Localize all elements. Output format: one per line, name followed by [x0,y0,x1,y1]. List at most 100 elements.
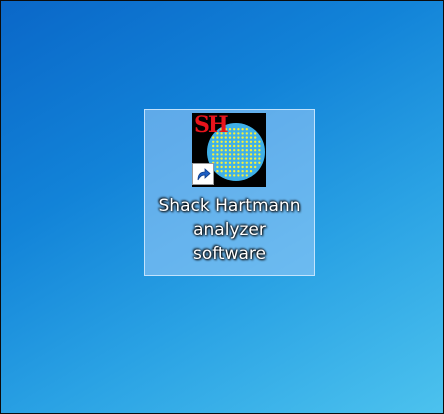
icon-label: Shack Hartmann analyzer software [145,194,314,266]
icon-label-line-2: analyzer [193,220,266,240]
lenslet-spot [224,153,227,156]
lenslet-spot [241,153,244,156]
icon-label-line-1: Shack Hartmann [158,196,301,216]
lenslet-spot [233,144,236,148]
lenslet-spot [237,136,240,139]
sh-badge: SH [194,113,229,138]
lenslet-spot [254,165,257,169]
lenslet-spot [233,128,236,131]
lenslet-spot [216,165,219,169]
lenslet-spot [237,140,240,143]
lenslet-spot [212,149,215,152]
lenslet-spot [228,144,232,148]
lenslet-spot [216,140,219,143]
lenslet-spot [237,128,240,131]
lenslet-spot [241,170,244,173]
lenslet-spot [220,165,223,169]
lenslet-spot [241,128,244,131]
lenslet-spot [224,144,227,148]
lenslet-spot [224,140,227,143]
lenslet-spot [237,132,240,135]
desktop[interactable]: SH Shack Hartmann analyzer software [0,0,444,414]
lenslet-spot [228,132,232,135]
lenslet-spot [249,132,253,135]
lenslet-spot [249,157,253,160]
lenslet-spot [245,140,248,143]
lenslet-spot [216,153,219,156]
lenslet-spot [245,144,248,148]
lenslet-spot [216,157,219,160]
lenslet-spot [245,170,248,173]
lenslet-spot [228,174,232,177]
lenslet-spot [216,149,219,152]
lenslet-spot [258,161,261,164]
lenslet-spot [245,153,248,156]
lenslet-spot [245,149,248,152]
lenslet-spot [224,170,227,173]
lenslet-spot [212,157,215,160]
lenslet-spot [212,140,215,143]
lenslet-spot [258,149,261,152]
lenslet-spot [241,157,244,160]
lenslet-spot [241,144,244,148]
lenslet-spot [220,149,223,152]
lenslet-spot [228,153,232,156]
lenslet-spot [254,136,257,139]
lenslet-spot [224,174,227,177]
lenslet-spot [241,174,244,177]
lenslet-spot [254,149,257,152]
lenslet-spot [245,157,248,160]
lenslet-spot [212,144,215,148]
lenslet-spot [233,165,236,169]
lenslet-spot [249,136,253,139]
lenslet-spot [216,161,219,164]
lenslet-spot [212,153,215,156]
lenslet-spot [249,149,253,152]
lenslet-spot [245,136,248,139]
lenslet-spot [237,165,240,169]
lenslet-spot [220,157,223,160]
lenslet-spot [228,161,232,164]
lenslet-spot [220,161,223,164]
lenslet-spot [241,165,244,169]
lenslet-spot [241,132,244,135]
lenslet-spot [224,165,227,169]
lenslet-spot [224,157,227,160]
lenslet-spot [228,165,232,169]
lenslet-spot [245,132,248,135]
lenslet-spot [254,153,257,156]
lenslet-spot [216,170,219,173]
lenslet-spot [241,140,244,143]
lenslet-spot [245,161,248,164]
lenslet-spot [237,144,240,148]
lenslet-spot [241,161,244,164]
lenslet-spot [233,132,236,135]
lenslet-spot [220,170,223,173]
desktop-shortcut-shack-hartmann[interactable]: SH Shack Hartmann analyzer software [144,109,315,276]
lenslet-spot [249,140,253,143]
lenslet-spot [258,157,261,160]
lenslet-spot [228,140,232,143]
lenslet-spot [249,165,253,169]
lenslet-spot [258,140,261,143]
lenslet-spot [228,136,232,139]
lenslet-spot [220,140,223,143]
shortcut-arrow-icon [192,163,214,185]
lenslet-spot [254,132,257,135]
lenslet-spot [233,174,236,177]
lenslet-spot [233,157,236,160]
lenslet-spot [233,140,236,143]
lenslet-spot [220,144,223,148]
icon-label-line-3: software [192,244,266,264]
lenslet-spot [224,161,227,164]
lenslet-spot [249,153,253,156]
lenslet-spot [249,170,253,173]
lenslet-spot [237,174,240,177]
lenslet-spot [216,144,219,148]
lenslet-spot [254,140,257,143]
lenslet-spot [241,136,244,139]
lenslet-spot [245,128,248,131]
lenslet-spot [258,144,261,148]
lenslet-spot [228,149,232,152]
lenslet-spot [237,153,240,156]
